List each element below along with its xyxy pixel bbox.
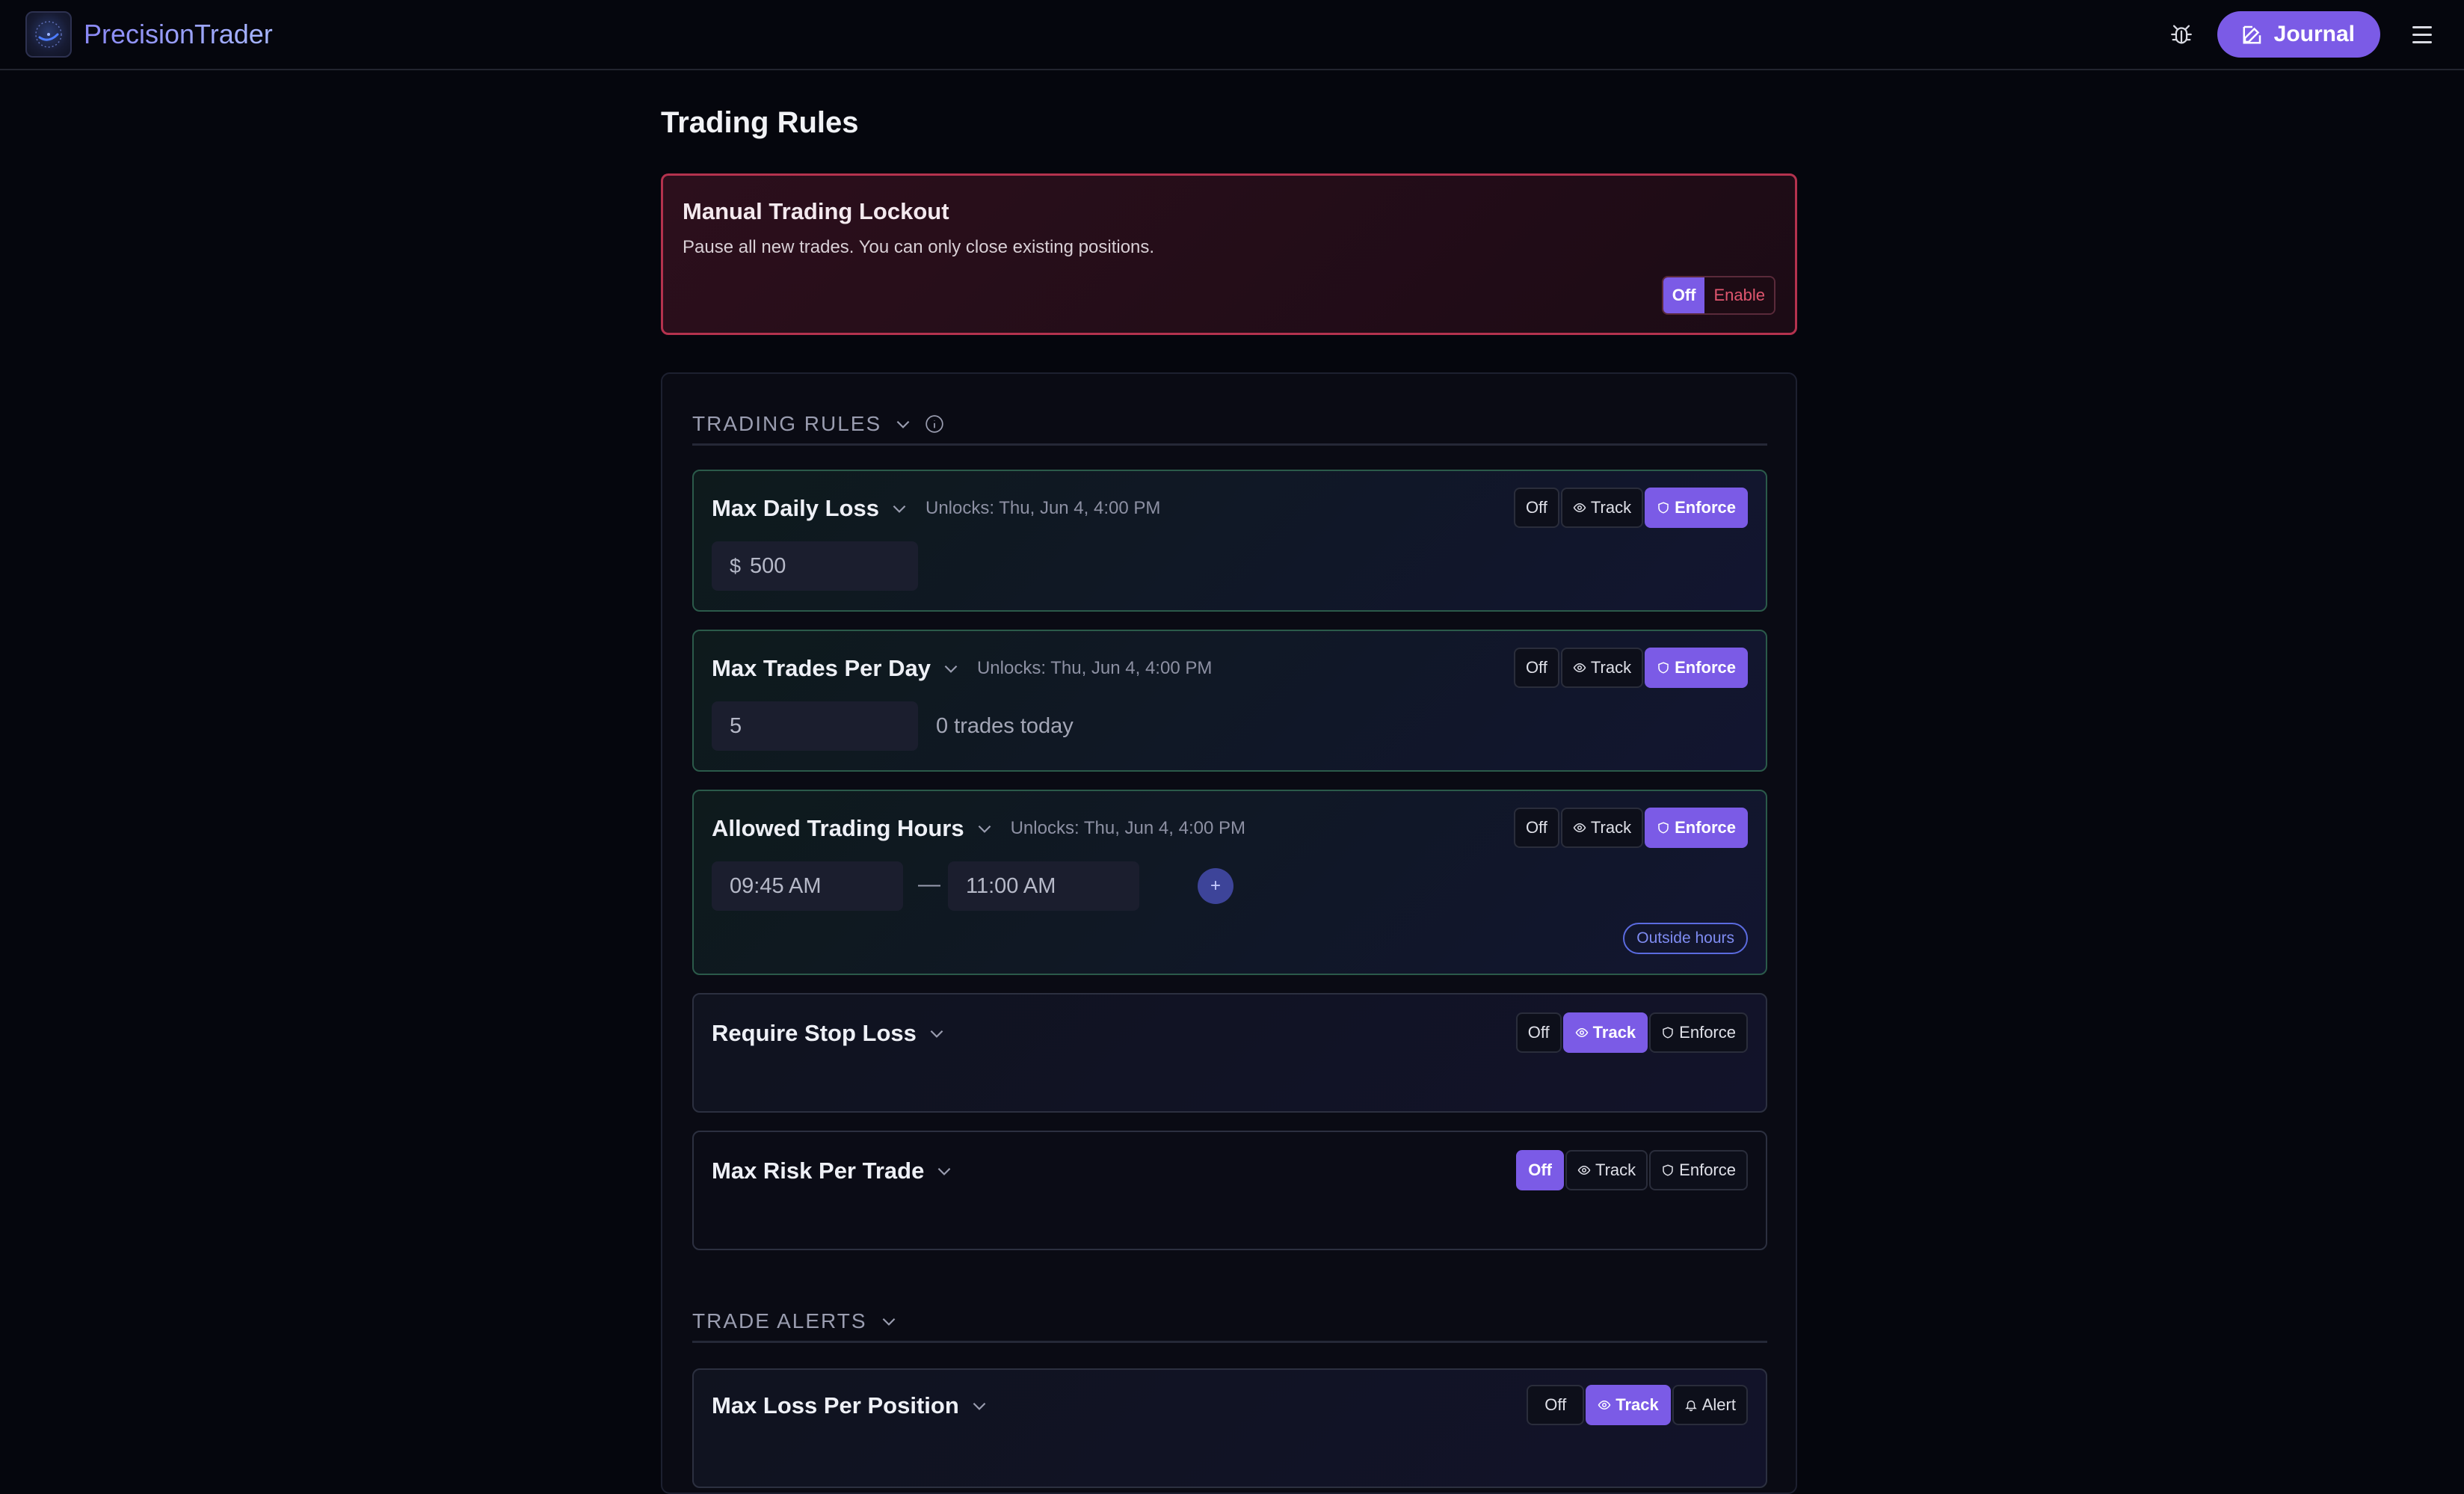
mode-off-button[interactable]: Off (1513, 648, 1559, 688)
mode-track-button[interactable]: Track (1586, 1385, 1671, 1425)
alert-card-max-loss-per-position: Max Loss Per Position Off Track Alert (692, 1368, 1767, 1488)
trades-today-count: 0 trades today (936, 714, 1074, 738)
section-label: TRADING RULES (692, 411, 882, 435)
mode-toggle: Off Track Enforce (1513, 648, 1748, 688)
lockout-toggle: Off Enable (1661, 276, 1775, 315)
rule-card-require-stop-loss: Require Stop Loss Off Track Enforce (692, 993, 1767, 1113)
chevron-down-icon[interactable] (890, 499, 909, 518)
rule-title: Max Trades Per Day (712, 655, 931, 681)
add-time-range-button[interactable]: + (1198, 868, 1233, 904)
trade-alerts-section-header[interactable]: TRADE ALERTS (692, 1301, 1767, 1343)
rule-title: Max Daily Loss (712, 495, 879, 521)
chevron-down-icon[interactable] (970, 1396, 989, 1415)
chevron-down-icon[interactable] (941, 659, 961, 678)
rule-card-max-daily-loss: Max Daily Loss Unlocks: Thu, Jun 4, 4:00… (692, 470, 1767, 612)
top-bar: PrecisionTrader Journal (0, 0, 2464, 70)
lockout-off-button[interactable]: Off (1663, 277, 1705, 313)
mode-enforce-button[interactable]: Enforce (1645, 648, 1748, 688)
chevron-down-icon[interactable] (893, 414, 913, 434)
shield-icon (1663, 1027, 1673, 1039)
app-logo[interactable] (25, 11, 72, 58)
chevron-down-icon[interactable] (879, 1312, 899, 1331)
max-daily-loss-input[interactable]: $ 500 (712, 541, 918, 591)
eye-icon (1575, 1027, 1589, 1038)
bell-icon (1684, 1401, 1697, 1412)
page-title: Trading Rules (661, 106, 859, 139)
lockout-title: Manual Trading Lockout (683, 198, 949, 224)
mode-toggle: Off Track Enforce (1513, 488, 1748, 528)
rules-panel: TRADING RULES Max Daily Loss Unlocks: Th… (661, 372, 1797, 1494)
shield-icon (1658, 502, 1669, 514)
shield-icon (1663, 1164, 1673, 1176)
mode-track-button[interactable]: Track (1560, 808, 1644, 848)
mode-enforce-button[interactable]: Enforce (1645, 488, 1748, 528)
journal-button[interactable]: Journal (2217, 11, 2380, 58)
mode-alert-button[interactable]: Alert (1672, 1385, 1748, 1425)
mode-track-button[interactable]: Track (1560, 488, 1644, 528)
mode-toggle: Off Track Enforce (1513, 808, 1748, 848)
shield-icon (1658, 662, 1669, 674)
chevron-down-icon[interactable] (934, 1161, 954, 1181)
chevron-down-icon[interactable] (975, 819, 994, 838)
mode-off-button[interactable]: Off (1527, 1385, 1585, 1425)
lockout-enable-button[interactable]: Enable (1704, 277, 1774, 313)
eye-icon (1577, 1165, 1591, 1175)
time-range-separator: — (918, 872, 940, 897)
mode-enforce-button[interactable]: Enforce (1649, 1150, 1748, 1190)
mode-off-button[interactable]: Off (1515, 1012, 1562, 1053)
rule-title: Allowed Trading Hours (712, 815, 964, 841)
mode-toggle: Off Track Alert (1527, 1385, 1748, 1425)
rule-card-max-risk-per-trade: Max Risk Per Trade Off Track Enforce (692, 1131, 1767, 1250)
unlock-time: Unlocks: Thu, Jun 4, 4:00 PM (1010, 818, 1245, 838)
mode-track-button[interactable]: Track (1565, 1150, 1648, 1190)
mode-toggle: Off Track Enforce (1516, 1150, 1748, 1190)
globe-logo-icon (35, 21, 62, 48)
rule-card-max-trades-per-day: Max Trades Per Day Unlocks: Thu, Jun 4, … (692, 630, 1767, 772)
outside-hours-badge: Outside hours (1623, 923, 1748, 954)
manual-trading-lockout-card: Manual Trading Lockout Pause all new tra… (661, 173, 1797, 335)
hamburger-menu-icon[interactable] (2406, 18, 2439, 51)
rule-card-allowed-trading-hours: Allowed Trading Hours Unlocks: Thu, Jun … (692, 790, 1767, 975)
eye-icon (1573, 663, 1586, 673)
shield-icon (1658, 822, 1669, 834)
eye-icon (1573, 823, 1586, 833)
edit-icon (2243, 25, 2261, 44)
mode-track-button[interactable]: Track (1560, 648, 1644, 688)
mode-off-button[interactable]: Off (1513, 808, 1559, 848)
start-time-input[interactable]: 09:45 AM (712, 861, 903, 911)
unlock-time: Unlocks: Thu, Jun 4, 4:00 PM (976, 658, 1213, 678)
mode-track-button[interactable]: Track (1562, 1012, 1648, 1053)
lockout-description: Pause all new trades. You can only close… (683, 237, 1155, 257)
currency-prefix: $ (730, 554, 742, 577)
rule-title: Require Stop Loss (712, 1020, 917, 1046)
section-label: TRADE ALERTS (692, 1309, 867, 1332)
trading-rules-section-header[interactable]: TRADING RULES (692, 404, 1767, 446)
input-value: 500 (750, 553, 786, 578)
journal-button-label: Journal (2273, 22, 2355, 46)
eye-icon (1573, 502, 1586, 513)
info-icon[interactable] (925, 414, 944, 434)
mode-enforce-button[interactable]: Enforce (1649, 1012, 1748, 1053)
mode-enforce-button[interactable]: Enforce (1645, 808, 1748, 848)
mode-off-button[interactable]: Off (1516, 1150, 1564, 1190)
rule-title: Max Loss Per Position (712, 1392, 959, 1418)
mode-off-button[interactable]: Off (1513, 488, 1559, 528)
bug-report-icon[interactable] (2165, 18, 2198, 51)
mode-toggle: Off Track Enforce (1515, 1012, 1748, 1053)
end-time-input[interactable]: 11:00 AM (948, 861, 1139, 911)
app-name[interactable]: PrecisionTrader (84, 19, 273, 50)
eye-icon (1598, 1400, 1611, 1410)
chevron-down-icon[interactable] (927, 1024, 946, 1043)
unlock-time: Unlocks: Thu, Jun 4, 4:00 PM (925, 498, 1161, 518)
max-trades-input[interactable]: 5 (712, 701, 918, 751)
rule-title: Max Risk Per Trade (712, 1158, 925, 1184)
